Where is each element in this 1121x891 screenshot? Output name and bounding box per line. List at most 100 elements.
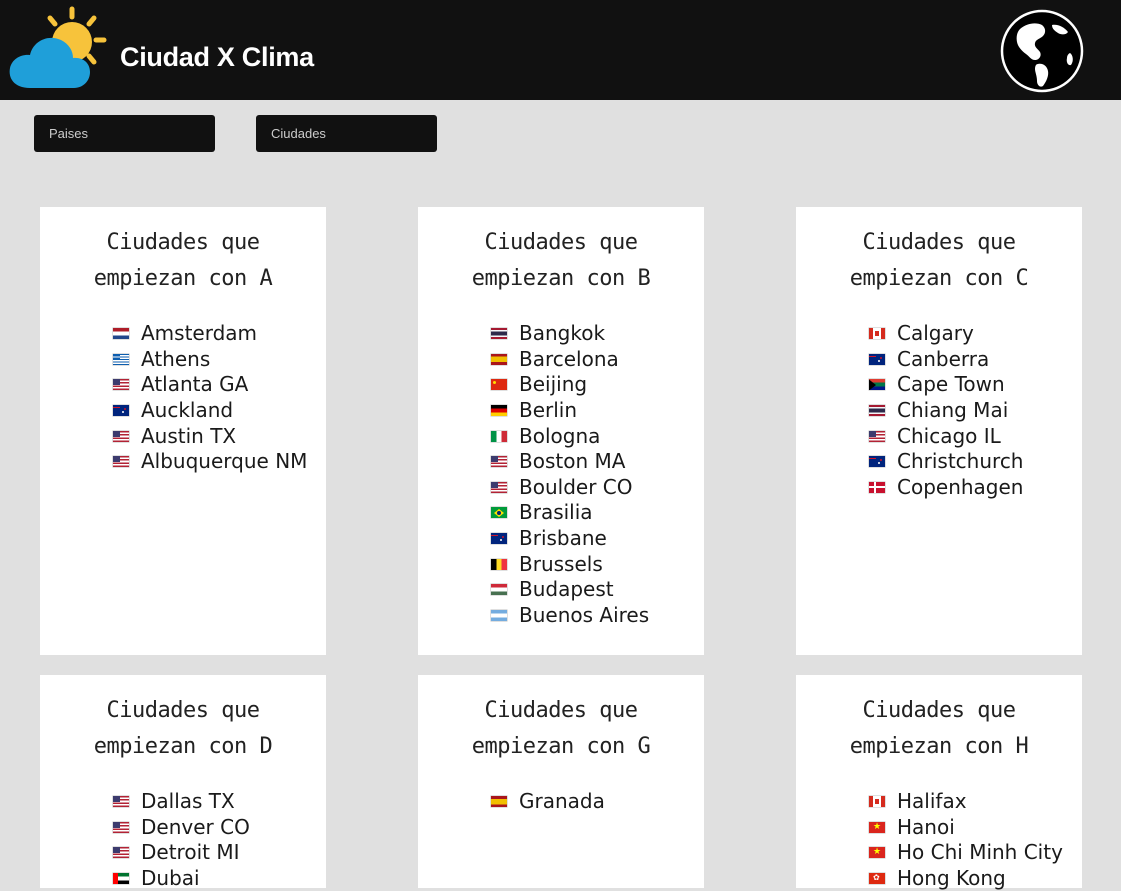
city-name[interactable]: Chicago IL (897, 424, 1001, 449)
city-card: Ciudades que empiezan con G Granada (418, 675, 704, 888)
city-card: Ciudades que empiezan con B Bangkok Barcel… (418, 207, 704, 655)
city-list: Bangkok Barcelona Beijing Berlin Bologna Bost… (491, 321, 649, 628)
city-link[interactable]: Budapest (491, 577, 649, 603)
city-link[interactable]: Athens (113, 347, 307, 373)
city-link[interactable]: Detroit MI (113, 840, 250, 866)
city-name[interactable]: Brisbane (519, 526, 607, 551)
city-link[interactable]: Granada (491, 789, 605, 815)
city-link[interactable]: Chicago IL (869, 423, 1023, 449)
city-list: Dallas TX Denver CO Detroit MI Dubai (113, 789, 250, 891)
flag-us-icon (113, 379, 129, 391)
city-link[interactable]: Bologna (491, 423, 649, 449)
city-name[interactable]: Hong Kong (897, 866, 1006, 891)
city-link[interactable]: Halifax (869, 789, 1063, 815)
flag-th-icon (869, 405, 885, 417)
flag-gr-icon (113, 353, 129, 365)
city-name[interactable]: Halifax (897, 789, 967, 814)
city-name[interactable]: Bangkok (519, 321, 605, 346)
city-name[interactable]: Albuquerque NM (141, 449, 307, 474)
city-name[interactable]: Granada (519, 789, 605, 814)
city-name[interactable]: Auckland (141, 398, 233, 423)
city-name[interactable]: Bologna (519, 424, 600, 449)
flag-vn-icon (869, 844, 885, 859)
brand-title[interactable]: Ciudad X Clima (120, 38, 314, 76)
city-link[interactable]: Cape Town (869, 372, 1023, 398)
city-name[interactable]: Detroit MI (141, 840, 239, 865)
flag-us-icon (113, 430, 129, 442)
city-link[interactable]: Boulder CO (491, 475, 649, 501)
flag-th-icon (491, 328, 507, 340)
city-link[interactable]: Hanoi (869, 815, 1063, 841)
city-link[interactable]: Canberra (869, 347, 1023, 373)
city-link[interactable]: Amsterdam (113, 321, 307, 347)
ciudades-button[interactable]: Ciudades (256, 115, 437, 152)
flag-es-icon (491, 353, 507, 365)
flag-nz-icon (869, 456, 885, 468)
globe-icon[interactable] (1000, 9, 1084, 93)
city-name[interactable]: Calgary (897, 321, 974, 346)
flag-de-icon (491, 405, 507, 417)
city-name[interactable]: Ho Chi Minh City (897, 840, 1063, 865)
city-name[interactable]: Dallas TX (141, 789, 235, 814)
city-link[interactable]: Bangkok (491, 321, 649, 347)
city-link[interactable]: Calgary (869, 321, 1023, 347)
city-link[interactable]: Atlanta GA (113, 372, 307, 398)
city-link[interactable]: Barcelona (491, 347, 649, 373)
city-link[interactable]: Christchurch (869, 449, 1023, 475)
city-name[interactable]: Boston MA (519, 449, 625, 474)
city-name[interactable]: Beijing (519, 372, 587, 397)
city-name[interactable]: Cape Town (897, 372, 1005, 397)
city-name[interactable]: Brussels (519, 552, 603, 577)
city-link[interactable]: Hong Kong (869, 866, 1063, 891)
city-name[interactable]: Dubai (141, 866, 200, 891)
city-name[interactable]: Athens (141, 347, 210, 372)
city-name[interactable]: Christchurch (897, 449, 1023, 474)
city-link[interactable]: Austin TX (113, 423, 307, 449)
flag-us-icon (113, 796, 129, 808)
flag-us-icon (491, 456, 507, 468)
city-link[interactable]: Chiang Mai (869, 398, 1023, 424)
card-title: Ciudades que empiezan con A (93, 230, 273, 291)
city-name[interactable]: Austin TX (141, 424, 236, 449)
flag-us-icon (113, 456, 129, 468)
city-name[interactable]: Chiang Mai (897, 398, 1008, 423)
flag-ca-icon (869, 796, 885, 808)
city-link[interactable]: Brussels (491, 551, 649, 577)
city-link[interactable]: Auckland (113, 398, 307, 424)
city-card: Ciudades que empiezan con C Calgary Canber… (796, 207, 1082, 655)
city-link[interactable]: Buenos Aires (491, 603, 649, 629)
city-link[interactable]: Albuquerque NM (113, 449, 307, 475)
city-link[interactable]: Denver CO (113, 815, 250, 841)
city-link[interactable]: Dubai (113, 866, 250, 891)
card-title: Ciudades que empiezan con C (849, 230, 1029, 291)
city-link[interactable]: Dallas TX (113, 789, 250, 815)
city-name[interactable]: Barcelona (519, 347, 619, 372)
city-link[interactable]: Brisbane (491, 526, 649, 552)
flag-ar-icon (491, 609, 507, 621)
city-name[interactable]: Canberra (897, 347, 989, 372)
city-link[interactable]: Boston MA (491, 449, 649, 475)
city-name[interactable]: Hanoi (897, 815, 955, 840)
city-name[interactable]: Amsterdam (141, 321, 257, 346)
city-link[interactable]: Beijing (491, 372, 649, 398)
city-link[interactable]: Brasilia (491, 500, 649, 526)
city-name[interactable]: Buenos Aires (519, 603, 649, 628)
city-link[interactable]: Ho Chi Minh City (869, 840, 1063, 866)
city-name[interactable]: Brasilia (519, 500, 593, 525)
site-header: Ciudad X Clima (0, 0, 1121, 100)
city-link[interactable]: Berlin (491, 398, 649, 424)
city-name[interactable]: Berlin (519, 398, 577, 423)
city-name[interactable]: Denver CO (141, 815, 250, 840)
flag-au-icon (491, 533, 507, 545)
city-name[interactable]: Copenhagen (897, 475, 1023, 500)
paises-button[interactable]: Paises (34, 115, 215, 152)
city-name[interactable]: Boulder CO (519, 475, 632, 500)
card-title: Ciudades que empiezan con D (93, 698, 273, 759)
flag-nl-icon (113, 328, 129, 340)
city-card: Ciudades que empiezan con HHalifaxHanoiH… (796, 675, 1082, 891)
city-link[interactable]: Copenhagen (869, 475, 1023, 501)
sun-cloud-icon[interactable] (8, 4, 114, 92)
flag-ae-icon (113, 873, 129, 885)
city-name[interactable]: Budapest (519, 577, 614, 602)
city-name[interactable]: Atlanta GA (141, 372, 248, 397)
